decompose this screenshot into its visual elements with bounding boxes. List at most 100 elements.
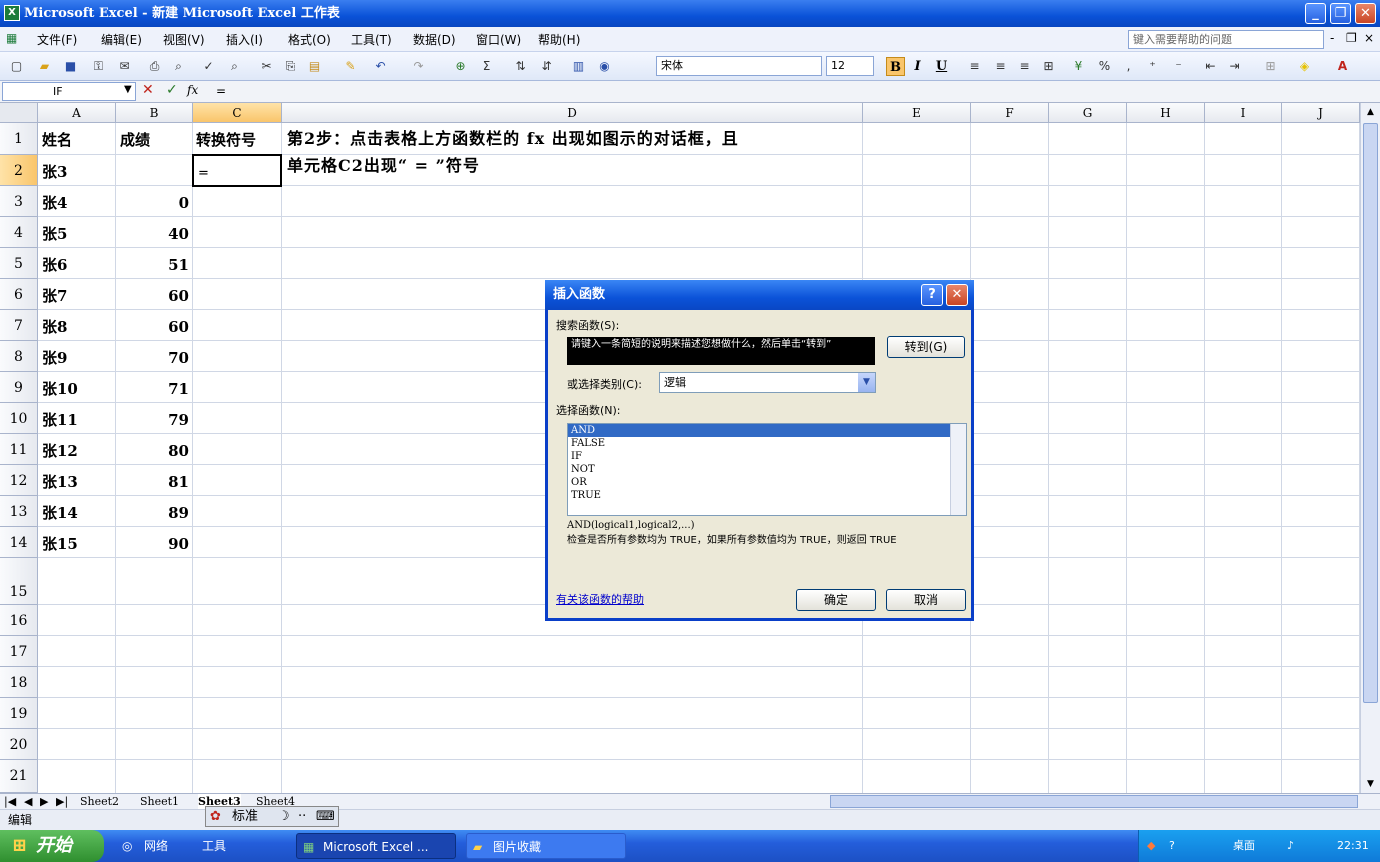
function-help-link[interactable]: 有关该函数的帮助 xyxy=(556,591,644,607)
menu-format[interactable]: 格式(O) xyxy=(288,31,331,48)
font-size-select[interactable]: 12 xyxy=(826,56,874,76)
row-header[interactable]: 1 xyxy=(0,123,38,155)
column-header[interactable]: B xyxy=(116,103,193,123)
go-button[interactable]: 转到(G) xyxy=(887,336,965,358)
taskbar-excel[interactable]: ▦ Microsoft Excel ... xyxy=(296,833,456,859)
help-icon[interactable]: ◉ xyxy=(596,58,613,75)
row-header[interactable]: 20 xyxy=(0,729,38,760)
name-cell[interactable]: 张8 xyxy=(42,310,67,341)
select-all-corner[interactable] xyxy=(0,103,38,123)
spelling-icon[interactable]: ✓ xyxy=(200,58,217,75)
row-header[interactable]: 3 xyxy=(0,186,38,217)
row-header[interactable]: 14 xyxy=(0,527,38,558)
cell-b1[interactable]: 成绩 xyxy=(120,123,150,154)
row-header[interactable]: 12 xyxy=(0,465,38,496)
font-name-select[interactable]: 宋体 xyxy=(656,56,822,76)
print-icon[interactable]: ⎙ xyxy=(146,58,163,75)
menu-insert[interactable]: 插入(I) xyxy=(226,31,263,48)
list-item[interactable]: TRUE xyxy=(568,489,966,502)
align-right-icon[interactable]: ≡ xyxy=(1016,58,1033,75)
name-cell[interactable]: 张7 xyxy=(42,279,67,310)
cell-a1[interactable]: 姓名 xyxy=(42,123,72,154)
score-cell[interactable]: 81 xyxy=(116,465,193,496)
column-header[interactable]: E xyxy=(863,103,971,123)
score-cell[interactable]: 89 xyxy=(116,496,193,527)
start-button[interactable]: ⊞ 开始 xyxy=(0,830,104,862)
row-header[interactable]: 8 xyxy=(0,341,38,372)
decrease-decimal-icon[interactable]: ⁻ xyxy=(1170,58,1187,75)
dialog-help-button[interactable]: ? xyxy=(921,284,943,306)
tab-next-icon[interactable]: ▶ xyxy=(40,794,48,809)
list-scrollbar[interactable] xyxy=(950,424,966,515)
name-cell[interactable]: 张9 xyxy=(42,341,67,372)
tray-desktop-label[interactable]: 桌面 xyxy=(1233,830,1255,862)
horizontal-scrollbar[interactable] xyxy=(830,795,1358,808)
row-header[interactable]: 15 xyxy=(0,558,38,605)
permission-icon[interactable]: ⚿ xyxy=(90,58,107,75)
name-box[interactable]: IF xyxy=(2,82,136,101)
scroll-down-icon[interactable]: ▼ xyxy=(1361,775,1380,793)
new-icon[interactable]: ▢ xyxy=(8,58,25,75)
chart-wizard-icon[interactable]: ▥ xyxy=(570,58,587,75)
score-cell[interactable]: 60 xyxy=(116,279,193,310)
autosum-icon[interactable]: Σ xyxy=(478,58,495,75)
list-item[interactable]: AND xyxy=(568,424,966,437)
scroll-up-icon[interactable]: ▲ xyxy=(1361,103,1380,121)
align-left-icon[interactable]: ≡ xyxy=(966,58,983,75)
dialog-close-button[interactable]: ✕ xyxy=(946,284,968,306)
tray-help-icon[interactable]: ? xyxy=(1169,830,1175,862)
score-cell[interactable]: 90 xyxy=(116,527,193,558)
research-icon[interactable]: ⌕ xyxy=(226,58,243,75)
search-function-input[interactable]: 请键入一条简短的说明来描述您想做什么，然后单击“转到” xyxy=(567,337,875,365)
copy-icon[interactable]: ⎘ xyxy=(282,58,299,75)
currency-icon[interactable]: ¥ xyxy=(1070,58,1087,75)
menu-file[interactable]: 文件(F) xyxy=(37,31,77,48)
italic-button[interactable]: I xyxy=(908,57,927,76)
column-header[interactable]: C xyxy=(193,103,282,123)
tray-volume-icon[interactable]: ♪ xyxy=(1287,830,1294,862)
tray-icon[interactable]: ◆ xyxy=(1147,830,1155,862)
merge-center-icon[interactable]: ⊞ xyxy=(1040,58,1057,75)
enter-icon[interactable]: ✓ xyxy=(166,82,178,98)
borders-icon[interactable]: ⊞ xyxy=(1262,58,1279,75)
doc-restore-button[interactable]: ❐ xyxy=(1346,31,1357,45)
minimize-button[interactable]: _ xyxy=(1305,3,1326,24)
menu-data[interactable]: 数据(D) xyxy=(413,31,456,48)
doc-close-button[interactable]: × xyxy=(1364,31,1374,45)
active-cell-c2[interactable]: = xyxy=(192,154,282,187)
menu-tools[interactable]: 工具(T) xyxy=(351,31,392,48)
row-header[interactable]: 19 xyxy=(0,698,38,729)
redo-icon[interactable]: ↷ xyxy=(410,58,427,75)
comma-icon[interactable]: , xyxy=(1120,58,1137,75)
tab-last-icon[interactable]: ▶| xyxy=(56,794,68,809)
underline-button[interactable]: U xyxy=(932,57,951,76)
function-list[interactable]: AND FALSE IF NOT OR TRUE xyxy=(567,423,967,516)
taskbar-network[interactable]: ◎ 网络 xyxy=(118,833,176,859)
help-search-input[interactable]: 键入需要帮助的问题 xyxy=(1128,30,1324,49)
list-item[interactable]: NOT xyxy=(568,463,966,476)
restore-button[interactable]: ❐ xyxy=(1330,3,1351,24)
sort-ascending-icon[interactable]: ⇅ xyxy=(512,58,529,75)
increase-decimal-icon[interactable]: ⁺ xyxy=(1144,58,1161,75)
menu-view[interactable]: 视图(V) xyxy=(163,31,205,48)
score-cell[interactable]: 40 xyxy=(116,217,193,248)
name-cell[interactable]: 张15 xyxy=(42,527,78,558)
ok-button[interactable]: 确定 xyxy=(796,589,876,611)
font-color-icon[interactable]: A xyxy=(1334,58,1351,75)
name-box-dropdown-icon[interactable]: ▼ xyxy=(124,84,132,95)
increase-indent-icon[interactable]: ⇥ xyxy=(1226,58,1243,75)
taskbar-pictures[interactable]: ▰ 图片收藏 xyxy=(466,833,626,859)
category-select[interactable]: 逻辑 ▼ xyxy=(659,372,876,393)
row-header[interactable]: 11 xyxy=(0,434,38,465)
ime-logo-icon[interactable]: ✿ xyxy=(210,807,221,826)
sort-descending-icon[interactable]: ⇵ xyxy=(538,58,555,75)
score-cell[interactable] xyxy=(116,155,193,186)
row-header[interactable]: 2 xyxy=(0,155,38,186)
tab-first-icon[interactable]: |◀ xyxy=(4,794,16,809)
row-header[interactable]: 7 xyxy=(0,310,38,341)
score-cell[interactable]: 71 xyxy=(116,372,193,403)
name-cell[interactable]: 张13 xyxy=(42,465,78,496)
menu-window[interactable]: 窗口(W) xyxy=(476,31,521,48)
column-header[interactable]: I xyxy=(1205,103,1282,123)
column-header[interactable]: D xyxy=(282,103,863,123)
